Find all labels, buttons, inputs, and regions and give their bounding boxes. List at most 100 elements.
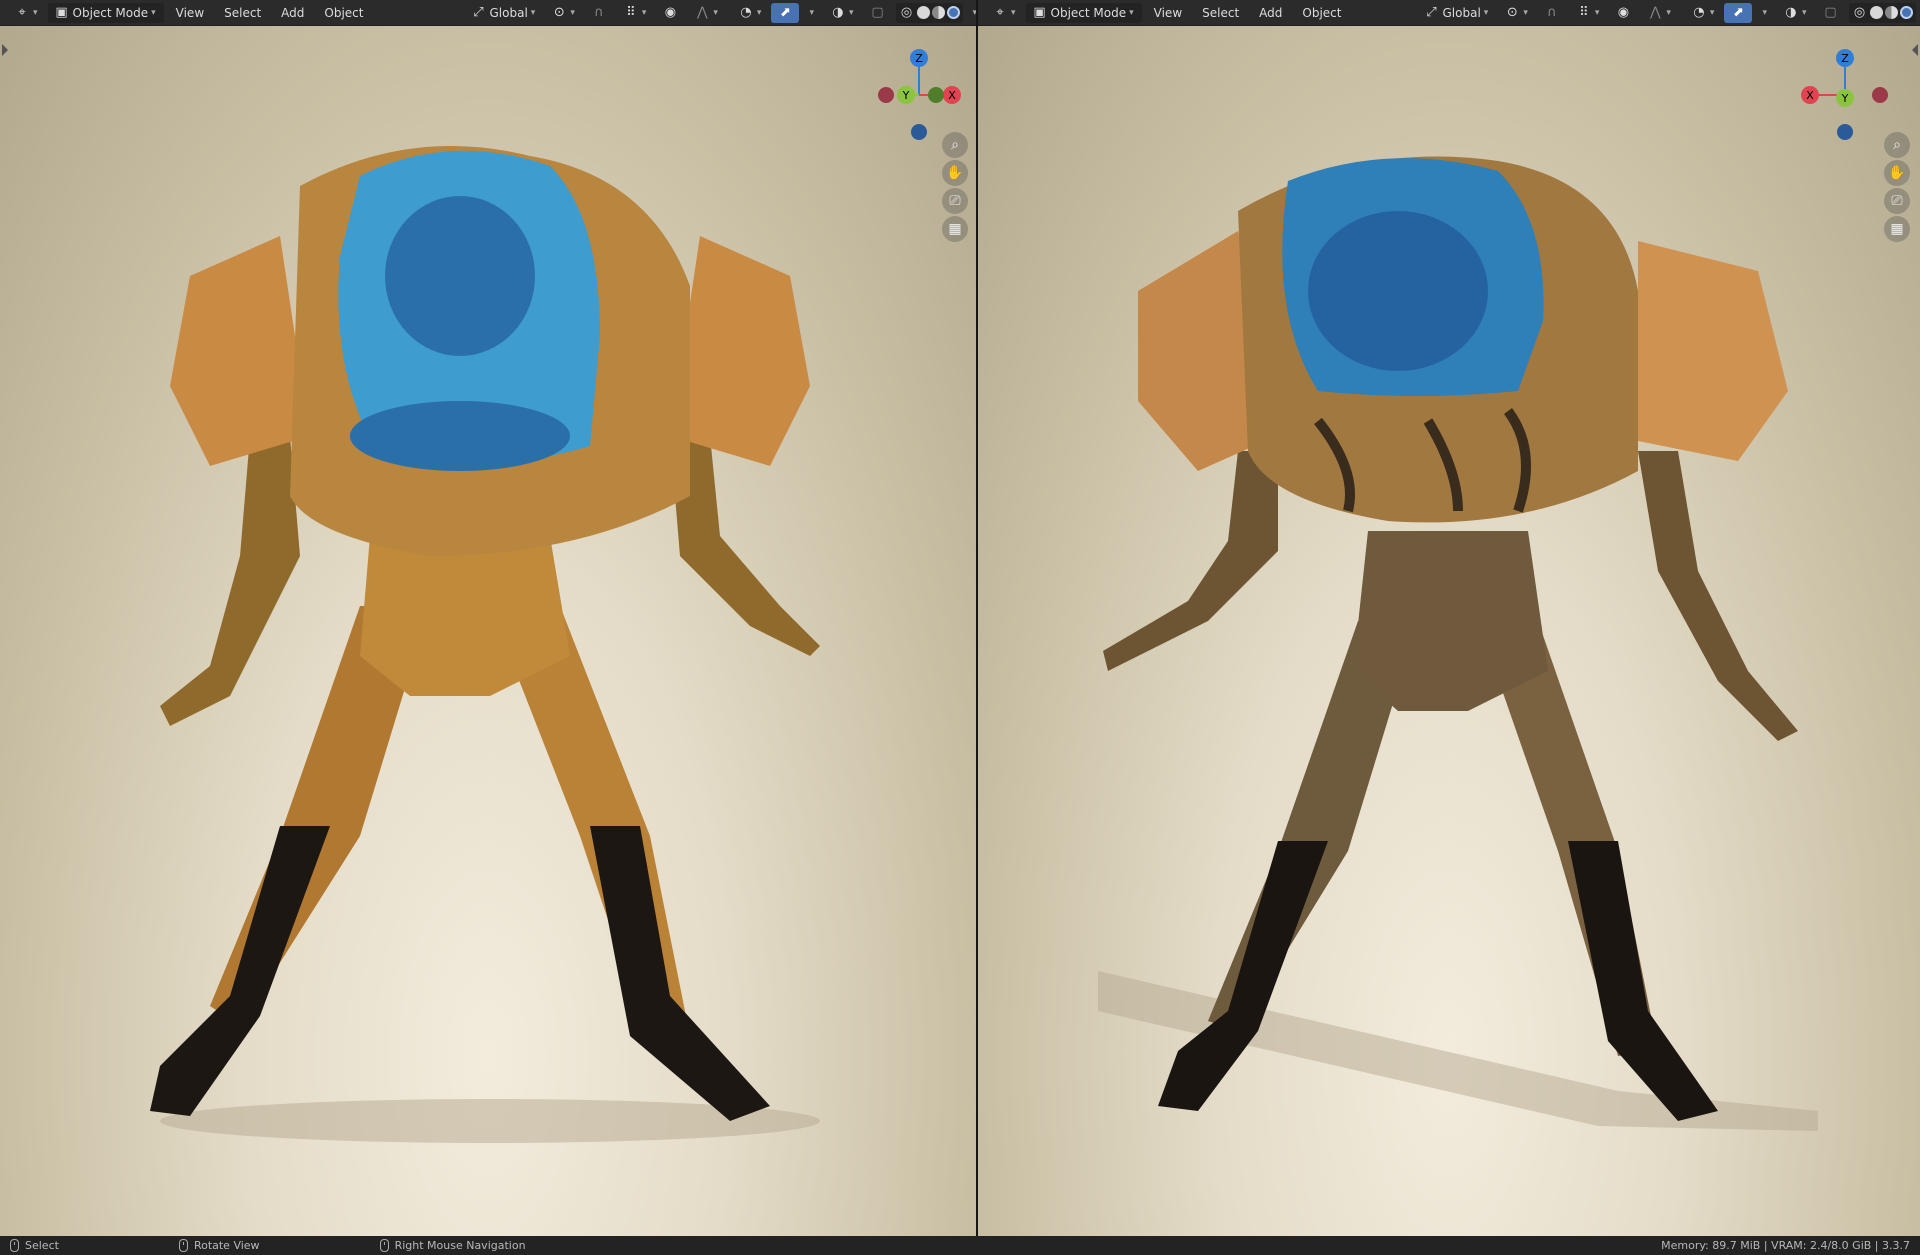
toolbar-expand-arrow[interactable]	[2, 44, 8, 56]
chevron-down-icon: ▾	[1129, 7, 1134, 18]
proportional-editing-toggle[interactable]: ◉	[656, 3, 684, 23]
chevron-down-icon: ▾	[641, 7, 647, 18]
transform-orientation-dropdown[interactable]: ⤢ Global ▾	[465, 3, 542, 23]
chevron-down-icon: ▾	[1666, 7, 1671, 18]
gizmo-y-label: Y	[902, 89, 910, 102]
visibility-icon: ◔	[740, 5, 752, 20]
gizmo-toggle[interactable]: ⬈	[771, 2, 800, 23]
pan-button[interactable]: ✋	[1884, 160, 1910, 186]
snap-icon: ∩	[594, 5, 604, 20]
zoom-button[interactable]: ⌕	[942, 132, 968, 158]
zoom-button[interactable]: ⌕	[1884, 132, 1910, 158]
zoom-icon: ⌕	[951, 137, 959, 153]
character-model-front[interactable]	[130, 136, 850, 1176]
snap-increment-dropdown[interactable]: ⠿ ▾	[617, 3, 653, 23]
object-mode-label: Object Mode	[72, 5, 149, 20]
menu-object[interactable]: Object	[1294, 3, 1349, 23]
xray-toggle[interactable]: ▢	[1817, 3, 1845, 23]
pan-hand-icon: ✋	[1888, 165, 1906, 181]
chevron-down-icon: ▾	[1801, 7, 1807, 18]
pivot-point-dropdown[interactable]: ⊙ ▾	[545, 3, 581, 23]
left-mouse-icon	[10, 1239, 19, 1252]
overlays-icon: ◑	[1785, 5, 1797, 20]
chevron-down-icon: ▾	[1011, 7, 1016, 18]
camera-view-button[interactable]: ⎚	[1884, 188, 1910, 214]
proportional-editing-toggle[interactable]: ◉	[1609, 3, 1637, 23]
shading-dropdown[interactable]: ▾	[967, 3, 977, 23]
chevron-down-icon: ▾	[33, 7, 38, 18]
snap-increment-dropdown[interactable]: ⠿ ▾	[1570, 3, 1606, 23]
falloff-icon: ⋀	[697, 5, 708, 20]
overlays-toggle[interactable]: ◑ ▾	[1777, 3, 1813, 23]
status-select: Select	[10, 1239, 59, 1252]
snap-toggle[interactable]: ∩	[585, 3, 613, 23]
editor-type-button[interactable]: ⌖ ▾	[8, 3, 44, 23]
material-shading-icon[interactable]	[1884, 6, 1898, 19]
chevron-down-icon: ▾	[570, 7, 575, 18]
transform-orientation-dropdown[interactable]: ⤢ Global ▾	[1418, 3, 1495, 23]
xray-icon: ▢	[1824, 5, 1837, 20]
menu-view[interactable]: View	[168, 3, 212, 23]
status-bar: Select Rotate View Right Mouse Navigatio…	[0, 1236, 1920, 1255]
snap-icon: ∩	[1547, 5, 1557, 20]
snap-toggle[interactable]: ∩	[1538, 3, 1566, 23]
zoom-icon: ⌕	[1893, 137, 1901, 153]
solid-shading-icon[interactable]	[1869, 6, 1883, 19]
xray-toggle[interactable]: ▢	[864, 3, 892, 23]
pan-button[interactable]: ✋	[942, 160, 968, 186]
chevron-down-icon: ▾	[1523, 7, 1528, 18]
menu-view[interactable]: View	[1146, 3, 1190, 23]
gizmo-z-label: Z	[915, 52, 923, 65]
visibility-dropdown[interactable]: ◔ ▾	[1685, 3, 1721, 23]
rendered-shading-icon[interactable]	[1899, 6, 1913, 19]
viewport-pane-right: ⌖ ▾ ▣ Object Mode ▾ View Select Add Objec…	[978, 0, 1920, 1236]
proportional-editing-icon: ◉	[664, 5, 677, 20]
3d-viewport-right[interactable]: Z X Y ⌕ ✋ ⎚ ▦	[978, 26, 1920, 1236]
sidebar-expand-arrow[interactable]	[1912, 44, 1918, 56]
menu-select[interactable]: Select	[216, 3, 269, 23]
overlays-toggle[interactable]: ◑ ▾	[824, 3, 860, 23]
camera-icon: ⎚	[949, 193, 961, 209]
editor-type-button[interactable]: ⌖ ▾	[986, 3, 1022, 23]
wireframe-shading-icon[interactable]: ◎	[899, 5, 915, 21]
object-mode-icon: ▣	[1033, 5, 1046, 20]
status-select-label: Select	[25, 1239, 59, 1252]
menu-add[interactable]: Add	[1251, 3, 1290, 23]
proportional-editing-icon: ◉	[1617, 5, 1630, 20]
status-stats: Memory: 89.7 MiB | VRAM: 2.4/8.0 GiB | 3…	[1661, 1239, 1910, 1252]
blender-window: ⌖ ▾ ▣ Object Mode ▾ View Select Add Objec…	[0, 0, 1920, 1255]
overlays-icon: ◑	[832, 5, 844, 20]
gizmo-dropdown[interactable]: ▾	[803, 3, 820, 23]
falloff-dropdown[interactable]: ⋀ ▾	[688, 3, 724, 23]
camera-view-button[interactable]: ⎚	[942, 188, 968, 214]
rendered-shading-icon[interactable]	[946, 6, 960, 19]
ortho-toggle-button[interactable]: ▦	[942, 216, 968, 242]
character-model-back[interactable]	[1098, 151, 1818, 1181]
object-mode-dropdown[interactable]: ▣ Object Mode ▾	[1025, 2, 1142, 23]
menu-add[interactable]: Add	[273, 3, 312, 23]
menu-select[interactable]: Select	[1194, 3, 1247, 23]
editor-type-icon: ⌖	[996, 5, 1004, 20]
solid-shading-icon[interactable]	[916, 6, 930, 19]
status-right-mouse-nav: Right Mouse Navigation	[379, 1239, 526, 1252]
navigation-gizmo[interactable]: Z X Y	[1790, 40, 1900, 150]
gizmo-dropdown[interactable]: ▾	[1756, 3, 1773, 23]
visibility-dropdown[interactable]: ◔ ▾	[732, 3, 768, 23]
gizmo-toggle[interactable]: ⬈	[1724, 2, 1753, 23]
menu-object[interactable]: Object	[316, 3, 371, 23]
gizmo-x-label: X	[948, 89, 956, 102]
shading-modes: ◎	[1848, 2, 1916, 23]
pan-hand-icon: ✋	[946, 165, 964, 181]
3d-viewport-left[interactable]: Z X Y ⌕ ✋ ⎚ ▦	[0, 26, 976, 1236]
falloff-dropdown[interactable]: ⋀ ▾	[1641, 3, 1677, 23]
gizmo-toggle-icon: ⬈	[779, 5, 791, 20]
pivot-point-dropdown[interactable]: ⊙ ▾	[1498, 3, 1534, 23]
visibility-icon: ◔	[1693, 5, 1705, 20]
ortho-toggle-button[interactable]: ▦	[1884, 216, 1910, 242]
object-mode-dropdown[interactable]: ▣ Object Mode ▾	[47, 2, 164, 23]
shading-modes: ◎	[895, 2, 963, 23]
chevron-down-icon: ▾	[756, 7, 762, 18]
wireframe-shading-icon[interactable]: ◎	[1852, 5, 1868, 21]
material-shading-icon[interactable]	[931, 6, 945, 19]
xray-icon: ▢	[871, 5, 884, 20]
